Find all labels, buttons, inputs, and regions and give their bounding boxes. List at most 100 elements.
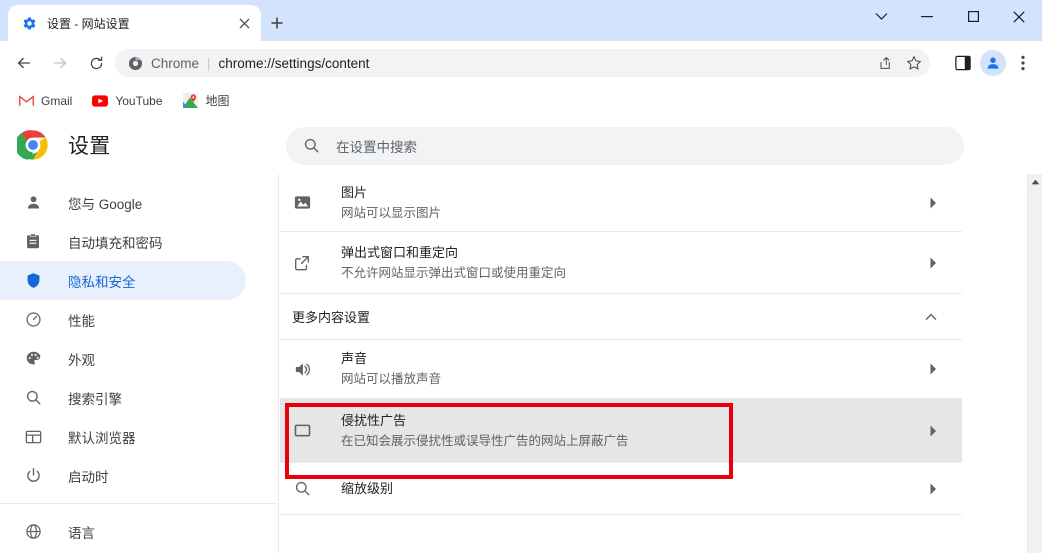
content-row-intrusive-ads[interactable]: 侵扰性广告 在已知会展示侵扰性或误导性广告的网站上屏蔽广告 — [280, 399, 962, 463]
chevron-right-icon[interactable] — [929, 363, 937, 375]
bookmark-youtube[interactable]: YouTube — [84, 89, 170, 113]
row-text: 弹出式窗口和重定向 不允许网站显示弹出式窗口或使用重定向 — [341, 244, 566, 282]
content-row-images[interactable]: 图片 网站可以显示图片 — [280, 174, 962, 232]
back-icon[interactable] — [10, 49, 38, 77]
row-subtitle: 网站可以显示图片 — [341, 205, 442, 220]
gear-icon — [21, 15, 37, 31]
chevron-right-icon[interactable] — [929, 483, 937, 495]
chevron-right-icon[interactable] — [929, 257, 937, 269]
maximize-button[interactable] — [950, 0, 996, 33]
row-title: 侵扰性广告 — [341, 412, 407, 428]
browser-menu-icon[interactable] — [1008, 49, 1038, 77]
search-icon — [303, 137, 321, 155]
content-row-zoom-levels[interactable]: 缩放级别 — [280, 463, 962, 515]
settings-content: 图片 网站可以显示图片 弹出式窗口和重定向 不允许网站显示弹出式窗口或使用重定向 — [280, 174, 1022, 553]
row-title: 缩放级别 — [341, 480, 394, 496]
page-scrollbar[interactable] — [1027, 174, 1042, 553]
sidebar-item-on-startup[interactable]: 启动时 — [0, 456, 246, 495]
bookmark-label: YouTube — [115, 93, 163, 108]
shield-icon — [23, 271, 43, 291]
search-placeholder: 在设置中搜索 — [336, 140, 417, 155]
chrome-logo — [15, 129, 49, 161]
gmail-icon — [18, 93, 34, 109]
person-icon — [23, 193, 43, 213]
maps-icon — [183, 93, 199, 109]
search-icon — [23, 388, 43, 408]
window-close-button[interactable] — [996, 0, 1042, 33]
forward-icon[interactable] — [46, 49, 74, 77]
bookmarks-bar: Gmail YouTube 地图 — [0, 85, 1042, 116]
ads-icon — [292, 421, 312, 441]
minimize-button[interactable] — [904, 0, 950, 33]
chrome-icon — [127, 55, 143, 71]
row-subtitle: 网站可以播放声音 — [341, 372, 442, 386]
avatar[interactable] — [980, 50, 1006, 76]
new-tab-button[interactable] — [263, 9, 291, 37]
section-label: 更多内容设置 — [292, 310, 371, 325]
search-input[interactable]: 在设置中搜索 — [286, 127, 964, 165]
sidebar-item-appearance[interactable]: 外观 — [0, 339, 246, 378]
bookmark-maps[interactable]: 地图 — [175, 89, 238, 113]
sidebar-item-languages[interactable]: 语言 — [0, 512, 246, 551]
omnibox-chrome-label: Chrome — [151, 55, 200, 71]
browser-toolbar: Chrome | chrome://settings/content — [0, 41, 1042, 85]
section-header-more-content-settings[interactable]: 更多内容设置 — [280, 294, 962, 340]
address-bar[interactable]: Chrome | chrome://settings/content — [115, 49, 930, 77]
tab-search-button[interactable] — [858, 0, 904, 33]
sidebar-item-you-and-google[interactable]: 您与 Google — [0, 183, 246, 222]
toolbar-right-actions — [948, 49, 1038, 77]
youtube-icon — [92, 93, 109, 109]
sidebar-item-label: 默认浏览器 — [68, 430, 136, 446]
browser-tab[interactable]: 设置 - 网站设置 — [8, 5, 261, 41]
speed-icon — [23, 310, 43, 330]
share-icon[interactable] — [872, 50, 898, 76]
sidebar-item-label: 语言 — [68, 525, 95, 541]
sidebar-item-performance[interactable]: 性能 — [0, 300, 246, 339]
omnibox-url: chrome://settings/content — [218, 55, 370, 71]
row-text: 侵扰性广告 在已知会展示侵扰性或误导性广告的网站上屏蔽广告 — [341, 412, 629, 450]
chevron-up-icon[interactable] — [925, 313, 937, 321]
row-subtitle: 不允许网站显示弹出式窗口或使用重定向 — [341, 265, 567, 280]
bookmark-gmail[interactable]: Gmail — [10, 89, 80, 113]
bookmark-label: 地图 — [205, 94, 230, 108]
sidebar-item-label: 外观 — [68, 352, 95, 368]
sidebar-item-autofill[interactable]: 自动填充和密码 — [0, 222, 246, 261]
sound-icon — [292, 359, 312, 379]
sidebar-item-search-engine[interactable]: 搜索引擎 — [0, 378, 246, 417]
bookmark-label: Gmail — [41, 93, 73, 108]
side-panel-icon[interactable] — [948, 49, 978, 77]
sidebar-item-privacy-security[interactable]: 隐私和安全 — [0, 261, 246, 300]
sidebar-item-label: 自动填充和密码 — [68, 235, 163, 251]
sidebar-item-default-browser[interactable]: 默认浏览器 — [0, 417, 246, 456]
sidebar-item-label: 启动时 — [68, 469, 109, 485]
row-text: 声音 网站可以播放声音 — [341, 350, 441, 388]
scroll-up-arrow-icon[interactable] — [1028, 174, 1042, 190]
window-controls — [858, 0, 1042, 41]
zoom-icon — [292, 479, 312, 499]
clipboard-icon — [23, 232, 43, 252]
chevron-right-icon[interactable] — [929, 197, 937, 209]
row-text: 缩放级别 — [341, 480, 393, 498]
row-title: 图片 — [341, 184, 368, 200]
content-row-popups[interactable]: 弹出式窗口和重定向 不允许网站显示弹出式窗口或使用重定向 — [280, 232, 962, 294]
star-icon[interactable] — [901, 50, 927, 76]
tab-title: 设置 - 网站设置 — [47, 16, 130, 31]
row-title: 弹出式窗口和重定向 — [341, 244, 459, 260]
chevron-right-icon[interactable] — [929, 425, 937, 437]
omnibox-separator: | — [207, 55, 211, 71]
sidebar-divider — [0, 503, 279, 504]
globe-icon — [23, 522, 43, 542]
page-title: 设置 — [68, 135, 111, 158]
row-text: 图片 网站可以显示图片 — [341, 184, 441, 222]
content-row-sound[interactable]: 声音 网站可以播放声音 — [280, 340, 962, 399]
settings-page: 设置 在设置中搜索 您与 Google 自动填充和密码 隐私和安全 性能 外观 … — [0, 116, 1042, 553]
row-subtitle: 在已知会展示侵扰性或误导性广告的网站上屏蔽广告 — [341, 433, 629, 448]
sidebar-item-label: 性能 — [68, 313, 95, 329]
reload-icon[interactable] — [82, 49, 110, 77]
close-icon[interactable] — [233, 12, 255, 34]
sidebar-item-label: 搜索引擎 — [68, 391, 122, 407]
power-icon — [23, 466, 43, 486]
browser-icon — [23, 427, 43, 447]
settings-sidebar: 您与 Google 自动填充和密码 隐私和安全 性能 外观 搜索引擎 默认浏览器… — [0, 174, 279, 553]
popup-icon — [292, 253, 312, 273]
